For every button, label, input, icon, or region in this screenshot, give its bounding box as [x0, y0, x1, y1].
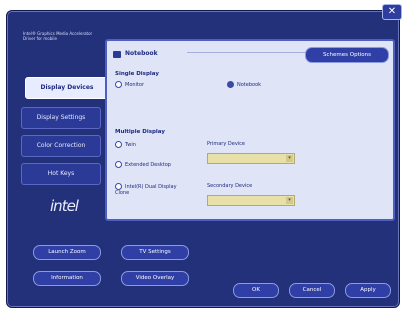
secondary-device-label: Secondary Device [207, 183, 253, 189]
sidebar-item-display-settings[interactable]: Display Settings [21, 107, 101, 129]
device-name: Notebook [125, 50, 158, 57]
bottom-toolbar: Launch Zoom TV Settings Information Vide… [19, 237, 395, 307]
launch-zoom-button[interactable]: Launch Zoom [33, 245, 101, 260]
close-icon[interactable]: ✕ [382, 4, 402, 20]
radio-extended-desktop[interactable]: Extended Desktop [115, 161, 175, 168]
ok-button[interactable]: OK [233, 283, 279, 298]
sidebar: Intel® Graphics Media Accelerator Driver… [19, 29, 109, 231]
header-divider [187, 52, 307, 53]
radio-button[interactable] [115, 183, 122, 190]
radio-label: Twin [125, 142, 136, 148]
radio-dual-display-clone[interactable]: Intel(R) Dual Display Clone [115, 183, 185, 196]
radio-twin[interactable]: Twin [115, 141, 136, 148]
radio-label: Intel(R) Dual Display Clone [115, 184, 177, 196]
sidebar-item-color-correction[interactable]: Color Correction [21, 135, 101, 157]
panel-header: Notebook Schemes Options [111, 47, 391, 65]
radio-label: Extended Desktop [125, 162, 171, 168]
sidebar-item-hot-keys[interactable]: Hot Keys [21, 163, 101, 185]
notebook-icon [113, 51, 121, 58]
single-display-title: Single Display [115, 71, 159, 77]
driver-window: Intel® Graphics Media Accelerator Driver… [6, 10, 400, 308]
chevron-down-icon: ▾ [286, 197, 293, 204]
intel-logo: intel [50, 197, 79, 215]
secondary-device-dropdown[interactable]: ▾ [207, 195, 295, 206]
multiple-display-title: Multiple Display [115, 129, 165, 135]
cancel-button[interactable]: Cancel [289, 283, 335, 298]
radio-button[interactable] [227, 81, 234, 88]
tv-settings-button[interactable]: TV Settings [121, 245, 189, 260]
primary-device-dropdown[interactable]: ▾ [207, 153, 295, 164]
radio-button[interactable] [115, 141, 122, 148]
information-button[interactable]: Information [33, 271, 101, 286]
display-devices-panel: Notebook Schemes Options Single Display … [105, 39, 395, 221]
radio-button[interactable] [115, 81, 122, 88]
sidebar-header-text: Intel® Graphics Media Accelerator Driver… [23, 31, 93, 41]
sidebar-item-display-devices[interactable]: Display Devices [25, 77, 109, 99]
radio-button[interactable] [115, 161, 122, 168]
radio-label: Monitor [125, 82, 145, 88]
schemes-options-button[interactable]: Schemes Options [305, 47, 389, 63]
apply-button[interactable]: Apply [345, 283, 391, 298]
radio-monitor[interactable]: Monitor [115, 81, 144, 88]
radio-label: Notebook [237, 82, 262, 88]
radio-notebook[interactable]: Notebook [227, 81, 261, 88]
chevron-down-icon: ▾ [286, 155, 293, 162]
primary-device-label: Primary Device [207, 141, 246, 147]
video-overlay-button[interactable]: Video Overlay [121, 271, 189, 286]
